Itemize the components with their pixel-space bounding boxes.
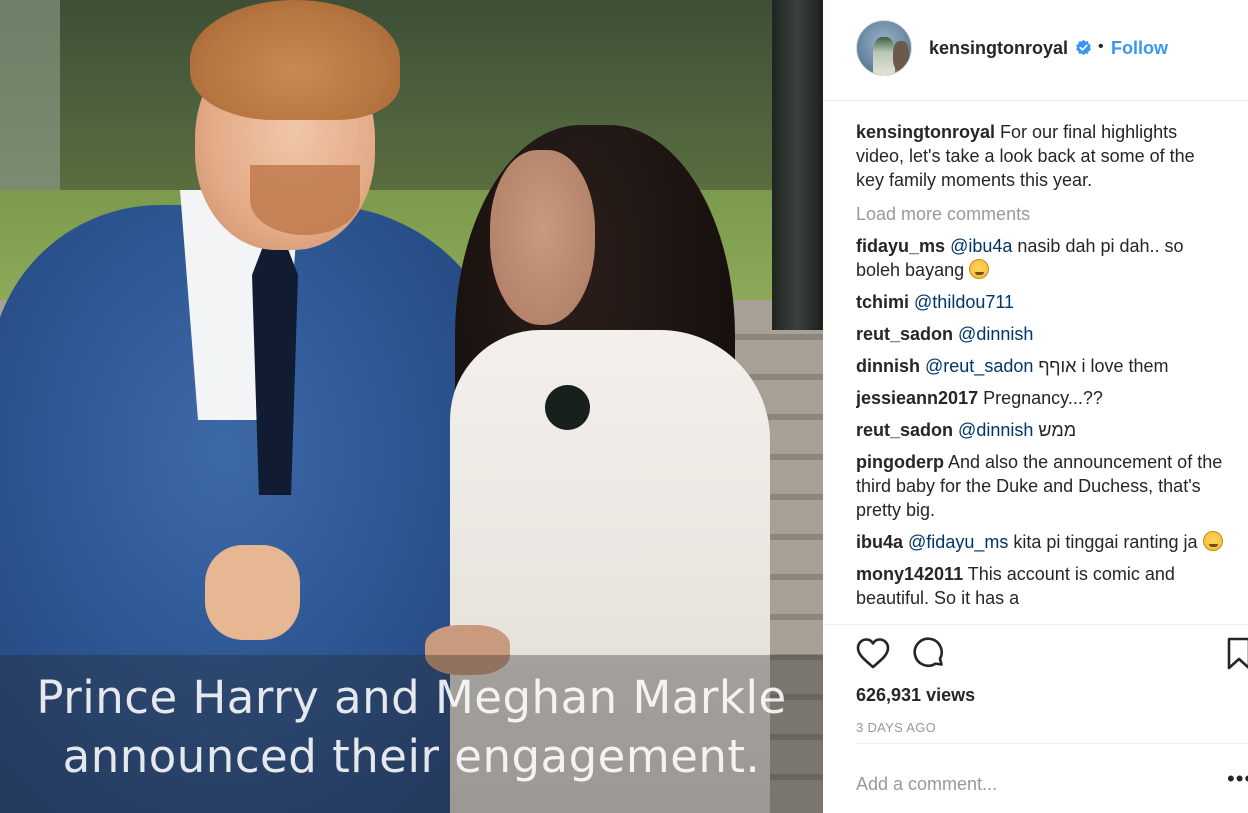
comment-item: ibu4a @fidayu_ms kita pi tinggai ranting… <box>856 530 1226 554</box>
video-caption-line-2: announced their engagement. <box>62 730 761 783</box>
comment-item: tchimi @thildou711 <box>856 290 1226 314</box>
post-header: kensingtonroyal • Follow <box>823 0 1248 101</box>
crying-laugh-emoji-icon <box>1202 531 1223 551</box>
header-separator: • <box>1098 38 1104 55</box>
comment-item: reut_sadon @dinnish <box>856 322 1226 346</box>
avatar-person-1 <box>873 37 895 75</box>
comment-mention[interactable]: @dinnish <box>958 420 1033 440</box>
view-count: 626,931 views <box>856 685 976 705</box>
man-tie <box>252 245 298 495</box>
video-caption: Prince Harry and Meghan Markle announced… <box>0 668 823 786</box>
woman-face <box>490 150 595 325</box>
background-gate-post <box>772 0 823 330</box>
comment-item: dinnish @reut_sadon אוףף i love them <box>856 354 1226 378</box>
comment-username[interactable]: reut_sadon <box>856 324 953 344</box>
comment-mention[interactable]: @dinnish <box>958 324 1033 344</box>
comment-username[interactable]: jessieann2017 <box>856 388 978 408</box>
comment-text: kita pi tinggai ranting ja <box>1013 532 1198 552</box>
comment-mention[interactable]: @fidayu_ms <box>908 532 1008 552</box>
avatar[interactable] <box>856 20 912 76</box>
comment-mention[interactable]: @reut_sadon <box>925 356 1033 376</box>
bookmark-icon[interactable] <box>1221 636 1248 672</box>
divider <box>856 743 1248 744</box>
comment-mention[interactable]: @thildou711 <box>914 292 1014 312</box>
divider <box>823 624 1248 625</box>
avatar-person-2 <box>893 41 909 71</box>
verified-badge-icon <box>1076 39 1091 56</box>
comment-username[interactable]: pingoderp <box>856 452 944 472</box>
post-caption: kensingtonroyal For our final highlights… <box>856 120 1226 192</box>
comment-text: Pregnancy...?? <box>983 388 1103 408</box>
comment-mention[interactable]: @ibu4a <box>950 236 1012 256</box>
post-sidebar: kensingtonroyal • Follow kensingtonroyal… <box>823 0 1248 813</box>
video-player[interactable]: Prince Harry and Meghan Markle announced… <box>0 0 823 813</box>
caption-username[interactable]: kensingtonroyal <box>856 122 995 142</box>
comment-username[interactable]: fidayu_ms <box>856 236 945 256</box>
video-caption-line-1: Prince Harry and Meghan Markle <box>36 671 787 724</box>
man-hair <box>190 0 400 120</box>
comment-item: fidayu_ms @ibu4a nasib dah pi dah.. so b… <box>856 234 1226 282</box>
post-timestamp[interactable]: 3 DAYS AGO <box>856 720 936 735</box>
comment-username[interactable]: mony142011 <box>856 564 963 584</box>
comment-icon[interactable] <box>911 636 947 672</box>
woman-neckline <box>545 385 590 430</box>
comment-username[interactable]: ibu4a <box>856 532 903 552</box>
heart-icon[interactable] <box>855 636 891 672</box>
smile-emoji-icon <box>969 259 990 279</box>
comments-list[interactable]: kensingtonroyal For our final highlights… <box>856 120 1226 625</box>
comment-item: jessieann2017 Pregnancy...?? <box>856 386 1226 410</box>
follow-button[interactable]: Follow <box>1111 38 1168 59</box>
more-options-button[interactable]: ••• <box>1227 766 1248 792</box>
man-beard <box>250 165 360 235</box>
comment-username[interactable]: reut_sadon <box>856 420 953 440</box>
add-comment-input[interactable] <box>856 770 1196 798</box>
header-username[interactable]: kensingtonroyal <box>929 38 1068 59</box>
man-hand <box>205 545 300 640</box>
comment-text: ממש <box>1038 420 1077 440</box>
comment-item: mony142011 This account is comic and bea… <box>856 562 1226 610</box>
comment-item: pingoderp And also the announcement of t… <box>856 450 1226 522</box>
comment-text: אוףף i love them <box>1038 356 1169 376</box>
comment-item: reut_sadon @dinnish ממש <box>856 418 1226 442</box>
comment-username[interactable]: tchimi <box>856 292 909 312</box>
comment-username[interactable]: dinnish <box>856 356 920 376</box>
load-more-comments-button[interactable]: Load more comments <box>856 202 1226 226</box>
action-bar <box>855 636 1248 676</box>
